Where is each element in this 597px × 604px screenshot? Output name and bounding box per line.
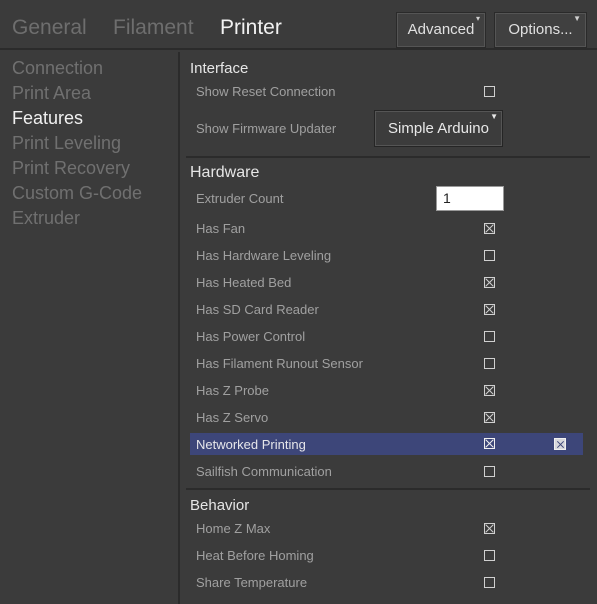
firmware-updater-value: Simple Arduino [388,120,489,137]
has-heated-bed-label: Has Heated Bed [196,275,292,290]
row-reset-icon[interactable] [554,438,566,450]
sidebar-item-print-leveling[interactable]: Print Leveling [12,133,121,154]
sidebar-item-connection[interactable]: Connection [12,58,103,79]
options-button[interactable]: Options... ▼ [494,12,587,48]
has-filament-runout-sensor-label: Has Filament Runout Sensor [196,356,363,371]
sidebar-item-extruder[interactable]: Extruder [12,208,80,229]
show-reset-connection-checkbox[interactable] [484,86,495,97]
has-fan-checkbox[interactable] [484,223,495,234]
home-z-max-checkbox[interactable] [484,523,495,534]
extruder-count-input[interactable]: 1 [436,186,504,211]
has-hardware-leveling-label: Has Hardware Leveling [196,248,332,263]
share-temperature-label: Share Temperature [196,575,308,590]
options-dropdown-icon: ▼ [573,14,581,23]
sailfish-communication-label: Sailfish Communication [196,464,332,479]
tab-filament[interactable]: Filament [113,16,194,40]
has-z-servo-checkbox[interactable] [484,412,495,423]
home-z-max-label: Home Z Max [196,521,271,536]
networked-printing-label: Networked Printing [196,437,306,452]
firmware-updater-select[interactable]: Simple Arduino ▼ [374,110,503,147]
has-filament-runout-sensor-checkbox[interactable] [484,358,495,369]
tab-printer[interactable]: Printer [220,16,282,40]
networked-printing-checkbox[interactable] [484,438,495,449]
has-z-probe-label: Has Z Probe [196,383,269,398]
options-button-label: Options... [508,21,573,38]
section-divider [186,488,590,490]
has-power-control-checkbox[interactable] [484,331,495,342]
sailfish-communication-checkbox[interactable] [484,466,495,477]
section-title-interface: Interface [190,60,249,77]
section-divider [186,156,590,158]
settings-tab-bar: General Filament Printer Advanced ▾ Opti… [0,0,597,50]
features-panel: Interface Show Reset Connection Show Fir… [182,52,597,604]
section-title-behavior: Behavior [190,497,250,514]
advanced-button-label: Advanced [407,21,475,38]
sidebar-item-print-recovery[interactable]: Print Recovery [12,158,130,179]
sidebar-item-print-area[interactable]: Print Area [12,83,91,104]
show-reset-connection-label: Show Reset Connection [196,84,336,99]
networked-printing-row[interactable]: Networked Printing [190,433,583,455]
sidebar-item-custom-g-code[interactable]: Custom G-Code [12,183,142,204]
tab-general[interactable]: General [12,16,87,40]
sidebar-item-features[interactable]: Features [12,108,83,129]
has-z-probe-checkbox[interactable] [484,385,495,396]
has-heated-bed-checkbox[interactable] [484,277,495,288]
advanced-dropdown-icon: ▾ [475,14,480,23]
has-fan-label: Has Fan [196,221,246,236]
show-firmware-updater-label: Show Firmware Updater [196,121,337,136]
has-sd-card-reader-checkbox[interactable] [484,304,495,315]
has-z-servo-label: Has Z Servo [196,410,269,425]
extruder-count-label: Extruder Count [196,191,284,206]
section-title-hardware: Hardware [190,164,260,181]
settings-sidebar: Connection Print Area Features Print Lev… [0,52,180,604]
firmware-updater-dropdown-icon: ▼ [490,112,498,121]
heat-before-homing-label: Heat Before Homing [196,548,314,563]
has-hardware-leveling-checkbox[interactable] [484,250,495,261]
heat-before-homing-checkbox[interactable] [484,550,495,561]
share-temperature-checkbox[interactable] [484,577,495,588]
advanced-button[interactable]: Advanced ▾ [396,12,486,48]
has-sd-card-reader-label: Has SD Card Reader [196,302,319,317]
has-power-control-label: Has Power Control [196,329,306,344]
